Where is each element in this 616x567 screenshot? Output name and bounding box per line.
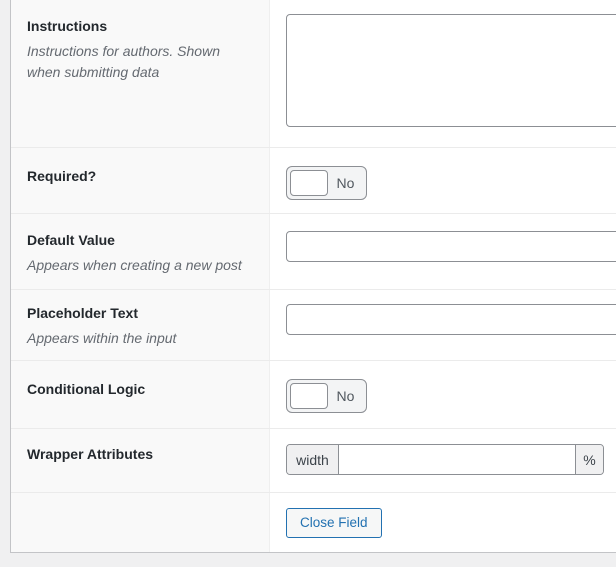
placeholder-label: Placeholder Text [27, 305, 253, 321]
placeholder-input-cell [270, 290, 616, 360]
setting-row-required: Required? No [11, 147, 616, 213]
setting-row-conditional-logic: Conditional Logic No [11, 360, 616, 428]
instructions-label: Instructions [27, 18, 253, 34]
instructions-input-cell [270, 0, 616, 147]
conditional-logic-input-cell: No [270, 361, 616, 428]
wrapper-width-input[interactable] [339, 445, 575, 474]
wrapper-attributes-label-cell: Wrapper Attributes [11, 429, 270, 492]
default-value-input-cell [270, 214, 616, 289]
footer-input-cell: Close Field [270, 493, 616, 552]
required-toggle-knob[interactable] [290, 170, 328, 196]
placeholder-description: Appears within the input [27, 328, 253, 349]
default-value-label-cell: Default Value Appears when creating a ne… [11, 214, 270, 289]
wrapper-width-group: width % [286, 444, 604, 475]
wrapper-width-suffix: % [575, 445, 603, 474]
field-settings-panel: Instructions Instructions for authors. S… [10, 0, 616, 553]
setting-row-instructions: Instructions Instructions for authors. S… [11, 0, 616, 147]
default-value-input[interactable] [286, 231, 616, 262]
conditional-logic-toggle-value: No [328, 388, 363, 404]
close-field-button[interactable]: Close Field [286, 508, 382, 538]
wrapper-attributes-label: Wrapper Attributes [27, 446, 253, 462]
footer-label-cell [11, 493, 270, 552]
conditional-logic-toggle-knob[interactable] [290, 383, 328, 409]
field-settings-page: Instructions Instructions for authors. S… [0, 0, 616, 567]
placeholder-label-cell: Placeholder Text Appears within the inpu… [11, 290, 270, 360]
default-value-description: Appears when creating a new post [27, 255, 253, 276]
required-toggle-value: No [328, 175, 363, 191]
setting-row-placeholder: Placeholder Text Appears within the inpu… [11, 289, 616, 360]
conditional-logic-label: Conditional Logic [27, 381, 253, 397]
instructions-label-cell: Instructions Instructions for authors. S… [11, 0, 270, 147]
wrapper-attributes-input-cell: width % [270, 429, 616, 492]
conditional-logic-toggle[interactable]: No [286, 379, 367, 413]
instructions-description: Instructions for authors. Shown when sub… [27, 41, 253, 83]
wrapper-width-prefix: width [287, 445, 339, 474]
placeholder-input[interactable] [286, 304, 616, 335]
required-input-cell: No [270, 148, 616, 213]
required-toggle[interactable]: No [286, 166, 367, 200]
instructions-textarea[interactable] [286, 14, 616, 127]
conditional-logic-label-cell: Conditional Logic [11, 361, 270, 428]
setting-row-footer: Close Field [11, 492, 616, 552]
default-value-label: Default Value [27, 232, 253, 248]
setting-row-wrapper-attributes: Wrapper Attributes width % [11, 428, 616, 492]
required-label-cell: Required? [11, 148, 270, 213]
setting-row-default-value: Default Value Appears when creating a ne… [11, 213, 616, 289]
required-label: Required? [27, 168, 253, 184]
